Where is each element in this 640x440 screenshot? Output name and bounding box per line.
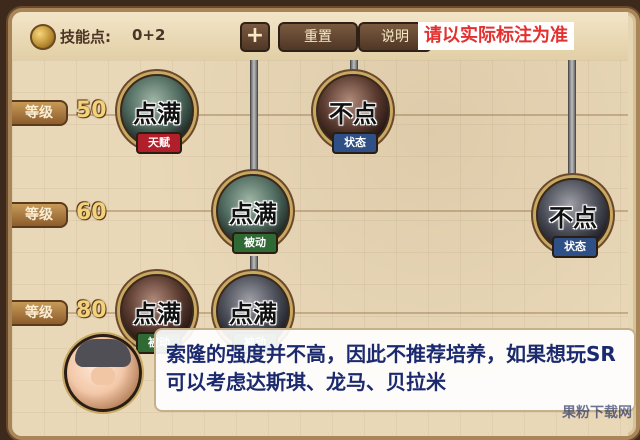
- skill-point-coin-icon: [30, 24, 56, 50]
- level-number: 50: [76, 98, 107, 123]
- top-bar: 技能点: 0+2 + 重置 说明 请以实际标注为准: [12, 12, 628, 62]
- tree-connector: [250, 60, 258, 180]
- node-annotation: 点满: [229, 200, 277, 228]
- skill-node-passive-lv60[interactable]: 点满 被动: [216, 174, 290, 254]
- tree-connector: [568, 60, 576, 182]
- node-tag: 状态: [552, 236, 598, 258]
- reset-button[interactable]: 重置: [278, 22, 358, 52]
- level-number: 80: [76, 298, 107, 323]
- skill-tree-frame: 技能点: 0+2 + 重置 说明 请以实际标注为准 等级 50 等级 60 等级…: [8, 8, 640, 440]
- level-number: 60: [76, 200, 107, 225]
- node-tag: 被动: [232, 232, 278, 254]
- skill-node-talent-lv50[interactable]: 点满 天赋: [120, 74, 194, 154]
- level-plate-60: 等级 60: [12, 200, 116, 228]
- overlay-note: 请以实际标注为准: [418, 22, 574, 50]
- skill-points-label: 技能点:: [60, 28, 111, 46]
- level-plate-50: 等级 50: [12, 98, 116, 126]
- node-tag: 状态: [332, 132, 378, 154]
- node-annotation: 点满: [133, 100, 181, 128]
- level-label: 等级: [12, 100, 68, 126]
- node-annotation: 不点: [329, 100, 377, 128]
- skill-points-value: 0+2: [132, 26, 166, 44]
- add-skill-point-button[interactable]: +: [240, 22, 270, 52]
- character-avatar: [64, 334, 142, 412]
- node-annotation: 不点: [549, 204, 597, 232]
- skill-node-state-lv50[interactable]: 不点 状态: [316, 74, 390, 154]
- skill-node-state-lv60[interactable]: 不点 状态: [536, 178, 610, 258]
- level-label: 等级: [12, 202, 68, 228]
- level-label: 等级: [12, 300, 68, 326]
- watermark: 果粉下载网: [562, 405, 632, 421]
- level-plate-80: 等级 80: [12, 298, 116, 326]
- node-tag: 天赋: [136, 132, 182, 154]
- dialog-text: 索隆的强度并不高，因此不推荐培养，如果想玩SR可以考虑达斯琪、龙马、贝拉米: [166, 342, 616, 394]
